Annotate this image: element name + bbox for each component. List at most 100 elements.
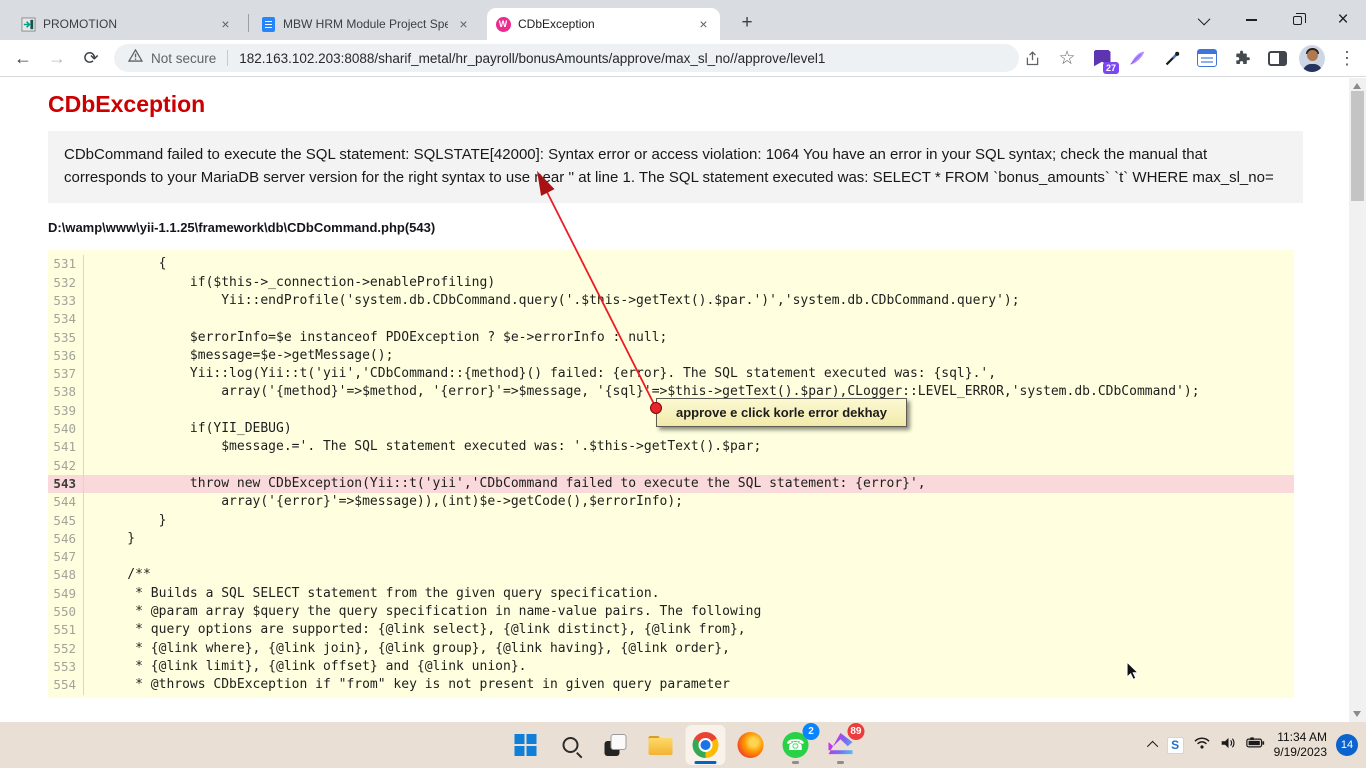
file-explorer-button[interactable] (641, 725, 681, 765)
line-number: 549 (48, 585, 84, 603)
tab-search-chevron-icon[interactable] (1182, 0, 1228, 40)
line-number: 539 (48, 402, 84, 420)
security-label[interactable]: Not secure (151, 51, 216, 66)
tab-mbw-hrm[interactable]: MBW HRM Module Project Speci × (252, 8, 480, 40)
line-code: * Builds a SQL SELECT statement from the… (96, 585, 660, 603)
line-number: 537 (48, 365, 84, 383)
source-file-path: D:\wamp\www\yii-1.1.25\framework\db\CDbC… (48, 220, 1303, 235)
forward-button[interactable]: → (40, 43, 74, 73)
line-number: 547 (48, 548, 84, 566)
task-view-icon (605, 734, 627, 756)
calendar-extension-icon[interactable] (1194, 45, 1220, 71)
code-line: 533 Yii::endProfile('system.db.CDbComman… (48, 292, 1294, 310)
extension-bookmark-icon[interactable]: 27 (1089, 45, 1115, 71)
search-icon (563, 737, 579, 753)
not-secure-warning-icon (128, 49, 143, 67)
browser-menu-kebab-icon[interactable]: ⋮ (1334, 45, 1360, 71)
extension-badge: 27 (1103, 62, 1119, 74)
tab-promotion[interactable]: PROMOTION × (12, 8, 242, 40)
line-number: 544 (48, 493, 84, 511)
code-line: 552 * {@link where}, {@link join}, {@lin… (48, 640, 1294, 658)
tab-separator (248, 14, 249, 32)
line-code: Yii::endProfile('system.db.CDbCommand.qu… (96, 292, 1020, 310)
code-line: 544 array('{error}'=>$message)),(int)$e-… (48, 493, 1294, 511)
bookmark-star-icon[interactable]: ☆ (1054, 45, 1080, 71)
line-number: 536 (48, 347, 84, 365)
line-code: array('{error}'=>$message)),(int)$e->get… (96, 493, 683, 511)
code-line: 542 (48, 457, 1294, 475)
code-line: 547 (48, 548, 1294, 566)
line-code: throw new CDbException(Yii::t('yii','CDb… (96, 475, 926, 493)
tray-chevron-up-icon[interactable] (1147, 741, 1158, 752)
tab-close-icon[interactable]: × (695, 16, 712, 33)
chrome-button[interactable] (686, 725, 726, 765)
volume-icon[interactable] (1220, 736, 1237, 755)
code-line: 543 throw new CDbException(Yii::t('yii',… (48, 475, 1294, 493)
address-bar[interactable]: Not secure 182.163.102.203:8088/sharif_m… (114, 44, 1019, 72)
scroll-up-icon[interactable] (1353, 83, 1361, 89)
code-line: 554 * @throws CDbException if "from" key… (48, 676, 1294, 694)
wamp-icon: W (495, 16, 511, 32)
line-code: { (96, 255, 166, 273)
tab-close-icon[interactable]: × (217, 16, 234, 33)
clock[interactable]: 11:34 AM 9/19/2023 (1274, 730, 1327, 760)
line-code: } (96, 530, 135, 548)
scroll-down-icon[interactable] (1353, 711, 1361, 717)
share-icon[interactable] (1019, 45, 1045, 71)
tab-cdbexception[interactable]: W CDbException × (487, 8, 720, 40)
line-number: 545 (48, 512, 84, 530)
extensions-puzzle-icon[interactable] (1229, 45, 1255, 71)
whatsapp-badge: 2 (803, 723, 820, 740)
exit-door-icon (20, 16, 36, 32)
tab-title: MBW HRM Module Project Speci (283, 17, 448, 31)
line-number: 551 (48, 621, 84, 639)
system-tray: S 11:34 AM 9/19/2023 14 (1150, 722, 1358, 768)
notification-count-badge[interactable]: 14 (1336, 734, 1358, 756)
eyedropper-extension-icon[interactable] (1159, 45, 1185, 71)
restore-button[interactable] (1274, 0, 1320, 40)
scrollbar-thumb[interactable] (1351, 91, 1364, 201)
task-view-button[interactable] (596, 725, 636, 765)
code-line: 550 * @param array $query the query spec… (48, 603, 1294, 621)
new-tab-button[interactable]: + (733, 9, 761, 37)
open-app-indicator (837, 761, 844, 764)
line-code: /** (96, 566, 151, 584)
wifi-icon[interactable] (1193, 736, 1211, 755)
search-button[interactable] (551, 725, 591, 765)
side-panel-icon[interactable] (1264, 45, 1290, 71)
line-number: 543 (48, 475, 84, 493)
page-title: CDbException (48, 91, 1303, 118)
url-text[interactable]: 182.163.102.203:8088/sharif_metal/hr_pay… (239, 51, 825, 66)
clickup-button[interactable]: 89 (821, 725, 861, 765)
whatsapp-button[interactable]: ☎ 2 (776, 725, 816, 765)
profile-avatar[interactable] (1299, 45, 1325, 71)
clickup-badge: 89 (847, 723, 864, 740)
line-number: 532 (48, 274, 84, 292)
firefox-button[interactable] (731, 725, 771, 765)
line-code: } (96, 512, 166, 530)
code-line: 535 $errorInfo=$e instanceof PDOExceptio… (48, 329, 1294, 347)
s-app-tray-icon[interactable]: S (1167, 737, 1184, 754)
line-code: * query options are supported: {@link se… (96, 621, 746, 639)
line-code: * @param array $query the query specific… (96, 603, 761, 621)
code-block: 531 {532 if($this->_connection->enablePr… (48, 250, 1294, 698)
battery-icon[interactable] (1246, 736, 1265, 754)
browser-toolbar: ← → ⟳ Not secure 182.163.102.203:8088/sh… (0, 40, 1366, 77)
tab-title: PROMOTION (43, 17, 210, 31)
tab-close-icon[interactable]: × (455, 16, 472, 33)
minimize-button[interactable] (1228, 0, 1274, 40)
feather-extension-icon[interactable] (1124, 45, 1150, 71)
reload-button[interactable]: ⟳ (74, 43, 108, 73)
tab-title: CDbException (518, 17, 688, 31)
omnibox-divider (227, 50, 228, 66)
line-number: 548 (48, 566, 84, 584)
line-number: 541 (48, 438, 84, 456)
code-line: 545 } (48, 512, 1294, 530)
back-button[interactable]: ← (6, 43, 40, 73)
line-code: if(YII_DEBUG) (96, 420, 292, 438)
folder-icon (649, 736, 673, 755)
line-number: 542 (48, 457, 84, 475)
start-button[interactable] (506, 725, 546, 765)
page-scrollbar[interactable] (1349, 78, 1366, 722)
close-button[interactable]: × (1320, 0, 1366, 40)
